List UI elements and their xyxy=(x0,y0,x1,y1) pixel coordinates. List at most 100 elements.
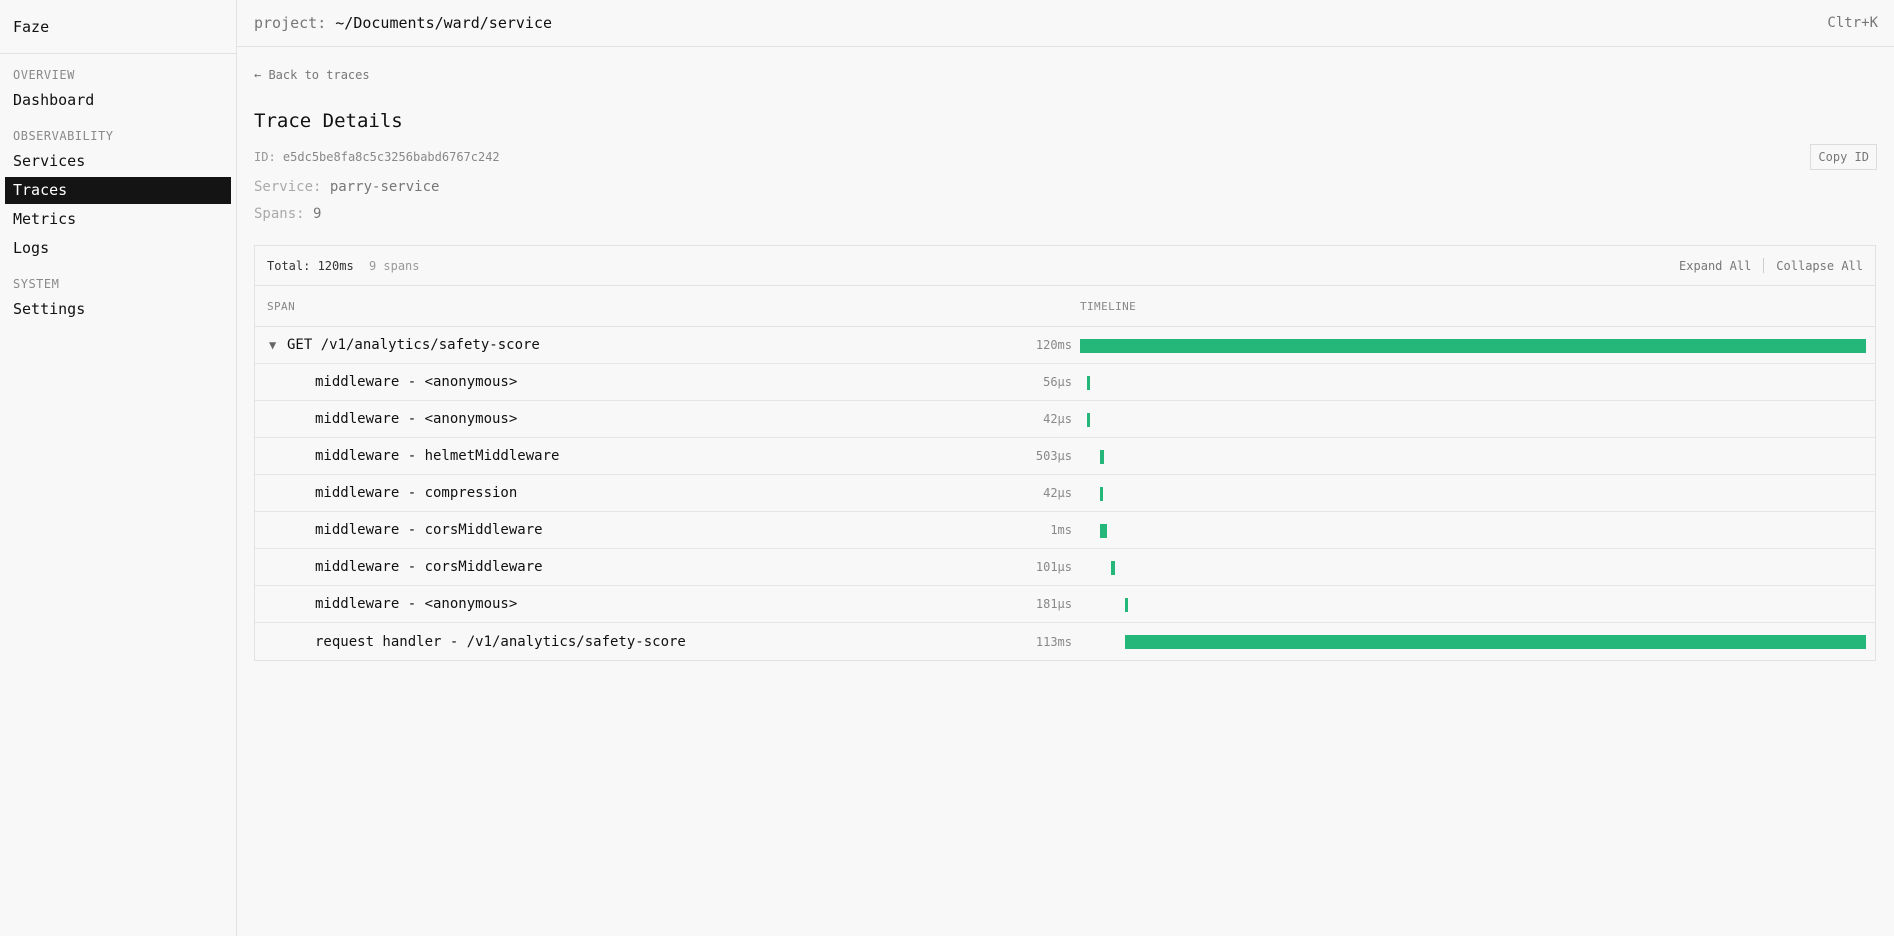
span-name: request handler - /v1/analytics/safety-s… xyxy=(315,633,686,650)
span-name: GET /v1/analytics/safety-score xyxy=(287,337,540,353)
project-label: project: xyxy=(254,14,327,32)
span-name-cell: middleware - corsMiddleware xyxy=(255,522,1016,538)
tree-actions: Expand All Collapse All xyxy=(1679,258,1863,273)
spans-info: Spans: 9 xyxy=(254,206,1877,222)
span-duration: 101µs xyxy=(1035,560,1072,574)
span-row[interactable]: middleware - helmetMiddleware 503µs xyxy=(255,438,1875,475)
span-timeline-bar[interactable] xyxy=(1087,375,1091,390)
column-header-span: SPAN xyxy=(267,299,296,313)
span-name: middleware - <anonymous> xyxy=(315,596,518,612)
span-rows: ▼ GET /v1/analytics/safety-score 120ms midd… xyxy=(255,327,1875,660)
trace-summary: Total: 120ms 9 spans xyxy=(267,259,420,273)
span-name: middleware - <anonymous> xyxy=(315,374,518,390)
span-row[interactable]: middleware - compression 42µs xyxy=(255,475,1875,512)
span-timeline-bar[interactable] xyxy=(1099,486,1103,501)
span-name-cell: middleware - corsMiddleware xyxy=(255,559,1016,575)
page-title: Trace Details xyxy=(254,110,403,132)
span-duration: 181µs xyxy=(1035,597,1072,611)
spans-value: 9 xyxy=(313,206,322,222)
span-timeline-bar[interactable] xyxy=(1087,412,1091,427)
span-timeline-bar[interactable] xyxy=(1124,597,1128,612)
span-row[interactable]: middleware - <anonymous> 56µs xyxy=(255,364,1875,401)
app-root: Faze OVERVIEW Dashboard OBSERVABILITY Servi… xyxy=(0,0,1894,936)
service-label: Service: xyxy=(254,179,322,195)
trace-id-value: e5dc5be8fa8c5c3256babd6767c242 xyxy=(282,150,500,164)
column-headers: SPAN TIMELINE xyxy=(255,286,1875,327)
span-timeline xyxy=(1080,549,1866,586)
span-timeline xyxy=(1080,475,1866,512)
command-shortcut[interactable]: Cltr+K xyxy=(1827,15,1878,31)
nav-section-label: OVERVIEW xyxy=(13,68,75,82)
collapse-all-button[interactable]: Collapse All xyxy=(1776,259,1863,273)
span-name: middleware - compression xyxy=(315,485,518,501)
span-row[interactable]: request handler - /v1/analytics/safety-s… xyxy=(255,623,1875,660)
span-name-cell: middleware - helmetMiddleware xyxy=(255,448,1016,464)
span-name-cell: middleware - <anonymous> xyxy=(255,596,1016,612)
span-timeline xyxy=(1080,364,1866,401)
service-info: Service: parry-service xyxy=(254,179,1877,195)
span-name-cell: ▼ GET /v1/analytics/safety-score xyxy=(255,337,1016,353)
back-to-traces-link[interactable]: ← Back to traces xyxy=(254,68,370,82)
sidebar-item-metrics[interactable]: Metrics xyxy=(5,206,231,233)
copy-id-button[interactable]: Copy ID xyxy=(1810,144,1877,170)
project-indicator[interactable]: project: ~/Documents/ward/service xyxy=(254,14,552,32)
trace-panel: Total: 120ms 9 spans Expand All Collapse… xyxy=(254,245,1876,661)
spans-label: Spans: xyxy=(254,206,305,222)
span-timeline-bar[interactable] xyxy=(1099,523,1107,538)
span-row[interactable]: middleware - corsMiddleware 1ms xyxy=(255,512,1875,549)
nav-section-label: OBSERVABILITY xyxy=(13,129,114,143)
span-timeline xyxy=(1080,327,1866,364)
span-timeline xyxy=(1080,438,1866,475)
span-duration: 56µs xyxy=(1043,375,1072,389)
span-row[interactable]: ▼ GET /v1/analytics/safety-score 120ms xyxy=(255,327,1875,364)
sidebar-item-settings[interactable]: Settings xyxy=(5,296,231,323)
topbar: project: ~/Documents/ward/service Cltr+K xyxy=(237,0,1894,47)
collapse-caret-icon[interactable]: ▼ xyxy=(269,338,287,352)
brand-name[interactable]: Faze xyxy=(0,0,236,54)
nav-section: OBSERVABILITY Services Traces Metrics Logs xyxy=(0,126,236,262)
sidebar: Faze OVERVIEW Dashboard OBSERVABILITY Servi… xyxy=(0,0,237,936)
span-duration: 113ms xyxy=(1035,634,1072,649)
span-timeline-bar[interactable] xyxy=(1080,338,1866,353)
span-count: 9 spans xyxy=(368,258,420,273)
sidebar-item-traces[interactable]: Traces xyxy=(5,177,231,204)
trace-id: ID: e5dc5be8fa8c5c3256babd6767c242 xyxy=(254,150,500,164)
span-duration: 1ms xyxy=(1050,523,1072,537)
span-row[interactable]: middleware - <anonymous> 42µs xyxy=(255,401,1875,438)
span-timeline-bar[interactable] xyxy=(1099,449,1104,464)
nav-section: OVERVIEW Dashboard xyxy=(0,65,236,114)
sidebar-nav: OVERVIEW Dashboard OBSERVABILITY Services Tr… xyxy=(0,65,236,323)
main-area: project: ~/Documents/ward/service Cltr+K… xyxy=(237,0,1894,936)
span-name-cell: request handler - /v1/analytics/safety-s… xyxy=(255,634,1016,650)
total-duration: Total: 120ms xyxy=(267,258,354,273)
sidebar-item-services[interactable]: Services xyxy=(5,148,231,175)
span-name: middleware - <anonymous> xyxy=(315,411,518,427)
span-timeline-bar[interactable] xyxy=(1124,635,1866,649)
span-duration: 42µs xyxy=(1043,412,1072,426)
sidebar-item-logs[interactable]: Logs xyxy=(5,235,231,262)
expand-all-button[interactable]: Expand All xyxy=(1679,259,1751,273)
sidebar-item-dashboard[interactable]: Dashboard xyxy=(5,87,231,114)
span-duration: 503µs xyxy=(1035,449,1072,463)
span-timeline xyxy=(1080,586,1866,623)
span-timeline-bar[interactable] xyxy=(1111,560,1115,575)
span-timeline xyxy=(1080,401,1866,438)
trace-details-content: ← Back to traces Trace Details ID: e5dc5… xyxy=(237,47,1894,661)
column-header-timeline: TIMELINE xyxy=(1080,299,1137,313)
span-name-cell: middleware - <anonymous> xyxy=(255,374,1016,390)
span-name-cell: middleware - compression xyxy=(255,485,1016,501)
nav-section: SYSTEM Settings xyxy=(0,274,236,323)
trace-panel-header: Total: 120ms 9 spans Expand All Collapse… xyxy=(255,246,1875,286)
span-name-cell: middleware - <anonymous> xyxy=(255,411,1016,427)
span-row[interactable]: middleware - <anonymous> 181µs xyxy=(255,586,1875,623)
span-timeline xyxy=(1080,623,1866,660)
span-row[interactable]: middleware - corsMiddleware 101µs xyxy=(255,549,1875,586)
span-timeline xyxy=(1080,512,1866,549)
span-name: middleware - corsMiddleware xyxy=(315,522,543,538)
trace-id-label: ID: xyxy=(254,150,276,164)
span-name: middleware - corsMiddleware xyxy=(315,559,543,575)
service-value: parry-service xyxy=(329,179,440,195)
action-divider xyxy=(1763,258,1765,273)
span-duration: 42µs xyxy=(1043,486,1072,500)
span-name: middleware - helmetMiddleware xyxy=(315,448,560,464)
